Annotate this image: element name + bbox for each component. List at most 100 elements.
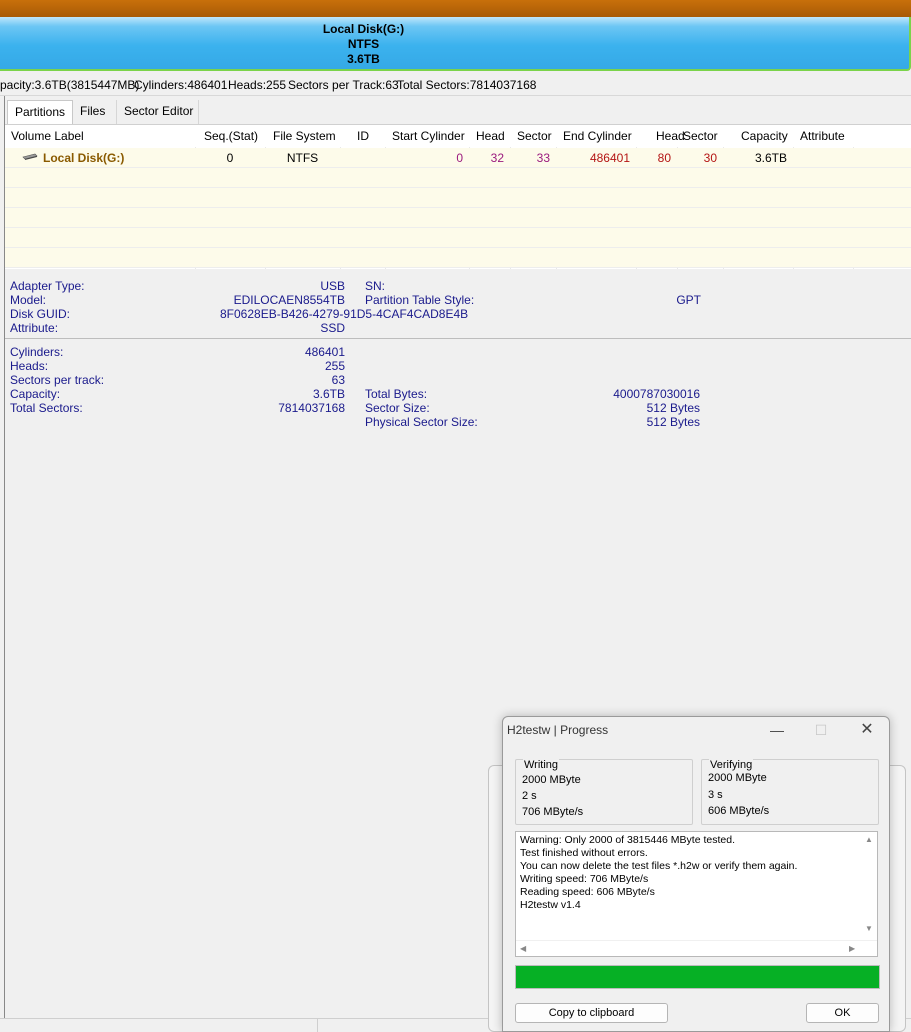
- close-icon[interactable]: ✕: [849, 717, 885, 743]
- progress-fill: [516, 966, 879, 988]
- adapter-type-value: USB: [320, 279, 345, 293]
- cylinders-value: 486401: [304, 345, 345, 359]
- row-end-cylinder: 486401: [589, 151, 630, 165]
- tab-partitions[interactable]: Partitions: [7, 100, 73, 125]
- scroll-left-icon[interactable]: ◀: [520, 944, 526, 953]
- row-start-sector: 33: [536, 151, 550, 165]
- info-total-sectors: Total Sectors:7814037168: [397, 78, 537, 92]
- dialog-title: H2testw | Progress: [507, 723, 609, 737]
- writing-speed: 706 MByte/s: [522, 806, 584, 818]
- copy-to-clipboard-button[interactable]: Copy to clipboard: [515, 1003, 668, 1023]
- log-horizontal-scrollbar[interactable]: ◀ ▶: [516, 940, 877, 956]
- row-end-sector: 30: [703, 151, 717, 165]
- table-row: [5, 168, 911, 188]
- table-row: [5, 208, 911, 228]
- details-divider: [5, 338, 911, 339]
- writing-amount: 2000 MByte: [522, 774, 581, 786]
- row-fs: NTFS: [286, 151, 319, 165]
- sector-size-value: 512 Bytes: [646, 401, 700, 415]
- disk-guid-label: Disk GUID:: [10, 307, 70, 321]
- disk-map-top-strip: [0, 0, 911, 17]
- heads-value: 255: [324, 359, 345, 373]
- scroll-down-icon[interactable]: ▼: [865, 924, 873, 933]
- col-capacity[interactable]: Capacity: [741, 129, 788, 143]
- minimize-icon[interactable]: —: [759, 717, 795, 743]
- table-row: [5, 188, 911, 208]
- writing-title: Writing: [523, 759, 560, 771]
- writing-time: 2 s: [522, 790, 537, 802]
- scroll-right-icon[interactable]: ▶: [849, 944, 855, 953]
- log-line: Warning: Only 2000 of 3815446 MByte test…: [520, 834, 735, 846]
- log-line: You can now delete the test files *.h2w …: [520, 860, 798, 872]
- verifying-time: 3 s: [708, 789, 723, 801]
- tab-bar: Partitions Files Sector Editor: [5, 100, 911, 125]
- col-id[interactable]: ID: [357, 129, 369, 143]
- log-vertical-scrollbar[interactable]: ▲ ▼: [862, 832, 877, 941]
- model-value: EDILOCAEN8554TB: [233, 293, 345, 307]
- row-end-head: 80: [657, 151, 671, 165]
- log-line: H2testw v1.4: [520, 899, 581, 911]
- disk-guid-value: 8F0628EB-B426-4279-91D5-4CAF4CAD8E4B: [220, 307, 469, 321]
- row-seq: 0: [226, 151, 234, 165]
- heads-label: Heads:: [10, 359, 49, 373]
- col-end-cylinder[interactable]: End Cylinder: [563, 129, 632, 143]
- verifying-title: Verifying: [709, 759, 754, 771]
- verifying-amount: 2000 MByte: [708, 772, 767, 784]
- tab-sector-editor[interactable]: Sector Editor: [117, 100, 199, 124]
- log-line: Writing speed: 706 MByte/s: [520, 873, 649, 885]
- table-row[interactable]: Local Disk(G:) 0 NTFS 0 32 33 486401 80 …: [5, 148, 911, 168]
- total-sectors-label: Total Sectors:: [10, 401, 83, 415]
- capacity-label: Capacity:: [10, 387, 61, 401]
- table-row: [5, 248, 911, 268]
- scroll-up-icon[interactable]: ▲: [865, 835, 873, 844]
- partition-filesystem: NTFS: [347, 37, 380, 51]
- cylinders-label: Cylinders:: [10, 345, 64, 359]
- verifying-group: Verifying 2000 MByte 3 s 606 MByte/s: [701, 759, 879, 825]
- physical-sector-size-label: Physical Sector Size:: [365, 415, 478, 429]
- drive-icon: [21, 150, 39, 165]
- col-end-head[interactable]: Head: [656, 129, 685, 143]
- h2testw-progress-dialog: H2testw | Progress — ☐ ✕ Writing 2000 MB…: [502, 716, 890, 1032]
- capacity-value: 3.6TB: [312, 387, 345, 401]
- col-start-sector[interactable]: Sector: [517, 129, 552, 143]
- partition-table-style-label: Partition Table Style:: [365, 293, 475, 307]
- col-end-sector[interactable]: Sector: [683, 129, 718, 143]
- partitions-table[interactable]: Volume Label Seq.(Stat) File System ID S…: [5, 124, 911, 270]
- writing-group: Writing 2000 MByte 2 s 706 MByte/s: [515, 759, 693, 825]
- sectors-per-track-label: Sectors per track:: [10, 373, 105, 387]
- sectors-per-track-value: 63: [331, 373, 345, 387]
- col-start-cylinder[interactable]: Start Cylinder: [392, 129, 465, 143]
- sn-label: SN:: [365, 279, 386, 293]
- model-label: Model:: [10, 293, 47, 307]
- total-bytes-label: Total Bytes:: [365, 387, 428, 401]
- result-log[interactable]: Warning: Only 2000 of 3815446 MByte test…: [515, 831, 878, 957]
- col-start-head[interactable]: Head: [476, 129, 505, 143]
- sector-size-label: Sector Size:: [365, 401, 430, 415]
- col-file-system[interactable]: File System: [273, 129, 336, 143]
- adapter-type-label: Adapter Type:: [10, 279, 85, 293]
- progress-bar: [515, 965, 880, 989]
- verifying-speed: 606 MByte/s: [708, 805, 770, 817]
- attribute-value: SSD: [320, 321, 345, 335]
- attribute-label: Attribute:: [10, 321, 59, 335]
- info-heads: Heads:255: [228, 78, 287, 92]
- disk-partition-block[interactable]: Local Disk(G:) NTFS 3.6TB: [0, 17, 911, 71]
- partition-table-style-value: GPT: [676, 293, 701, 307]
- partition-size: 3.6TB: [347, 52, 380, 66]
- ok-button[interactable]: OK: [806, 1003, 879, 1023]
- info-cylinders: Cylinders:486401: [134, 78, 228, 92]
- row-capacity: 3.6TB: [754, 151, 787, 165]
- row-start-cylinder: 0: [456, 151, 463, 165]
- col-attribute[interactable]: Attribute: [800, 129, 845, 143]
- col-volume-label[interactable]: Volume Label: [11, 129, 84, 143]
- log-line: Test finished without errors.: [520, 847, 648, 859]
- table-header: Volume Label Seq.(Stat) File System ID S…: [5, 125, 911, 147]
- col-seq-stat[interactable]: Seq.(Stat): [204, 129, 258, 143]
- total-sectors-value: 7814037168: [278, 401, 345, 415]
- maximize-icon: ☐: [814, 722, 828, 738]
- info-sectors-per-track: Sectors per Track:63: [288, 78, 399, 92]
- row-start-head: 32: [490, 151, 504, 165]
- tab-files[interactable]: Files: [73, 100, 117, 124]
- info-capacity: pacity:3.6TB(3815447MB): [0, 78, 140, 92]
- table-row: [5, 228, 911, 248]
